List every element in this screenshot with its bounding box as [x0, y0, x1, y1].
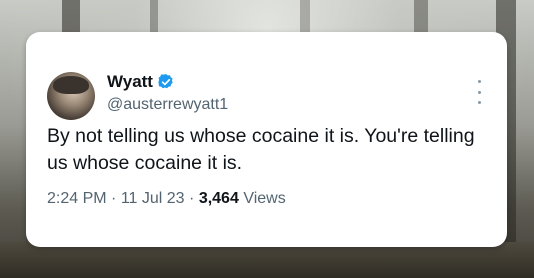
user-handle[interactable]: @austerrewyatt1 [107, 96, 228, 114]
display-name[interactable]: Wyatt [107, 72, 175, 92]
tweet-card[interactable]: Wyatt @austerrewyatt1 By not telling us … [26, 32, 507, 247]
tweet-date[interactable]: 11 Jul 23 [121, 190, 185, 207]
tweet-meta: 2:24 PM · 11 Jul 23 · 3,464 Views [47, 190, 286, 208]
tweet-text: By not telling us whose cocaine it is. Y… [47, 125, 475, 174]
forest-ground [0, 242, 534, 278]
more-options-icon[interactable] [474, 80, 484, 104]
dot [477, 90, 481, 94]
meta-separator: · [189, 190, 195, 207]
views-label: Views [243, 190, 286, 207]
display-name-text[interactable]: Wyatt [107, 72, 153, 92]
dot [477, 101, 481, 104]
avatar-hair [53, 76, 89, 94]
avatar[interactable] [47, 72, 95, 120]
meta-separator: · [111, 190, 117, 207]
tweet-time[interactable]: 2:24 PM [47, 190, 107, 207]
views-count[interactable]: 3,464 [199, 190, 239, 207]
verified-badge-icon [158, 74, 173, 89]
dot [477, 80, 481, 83]
